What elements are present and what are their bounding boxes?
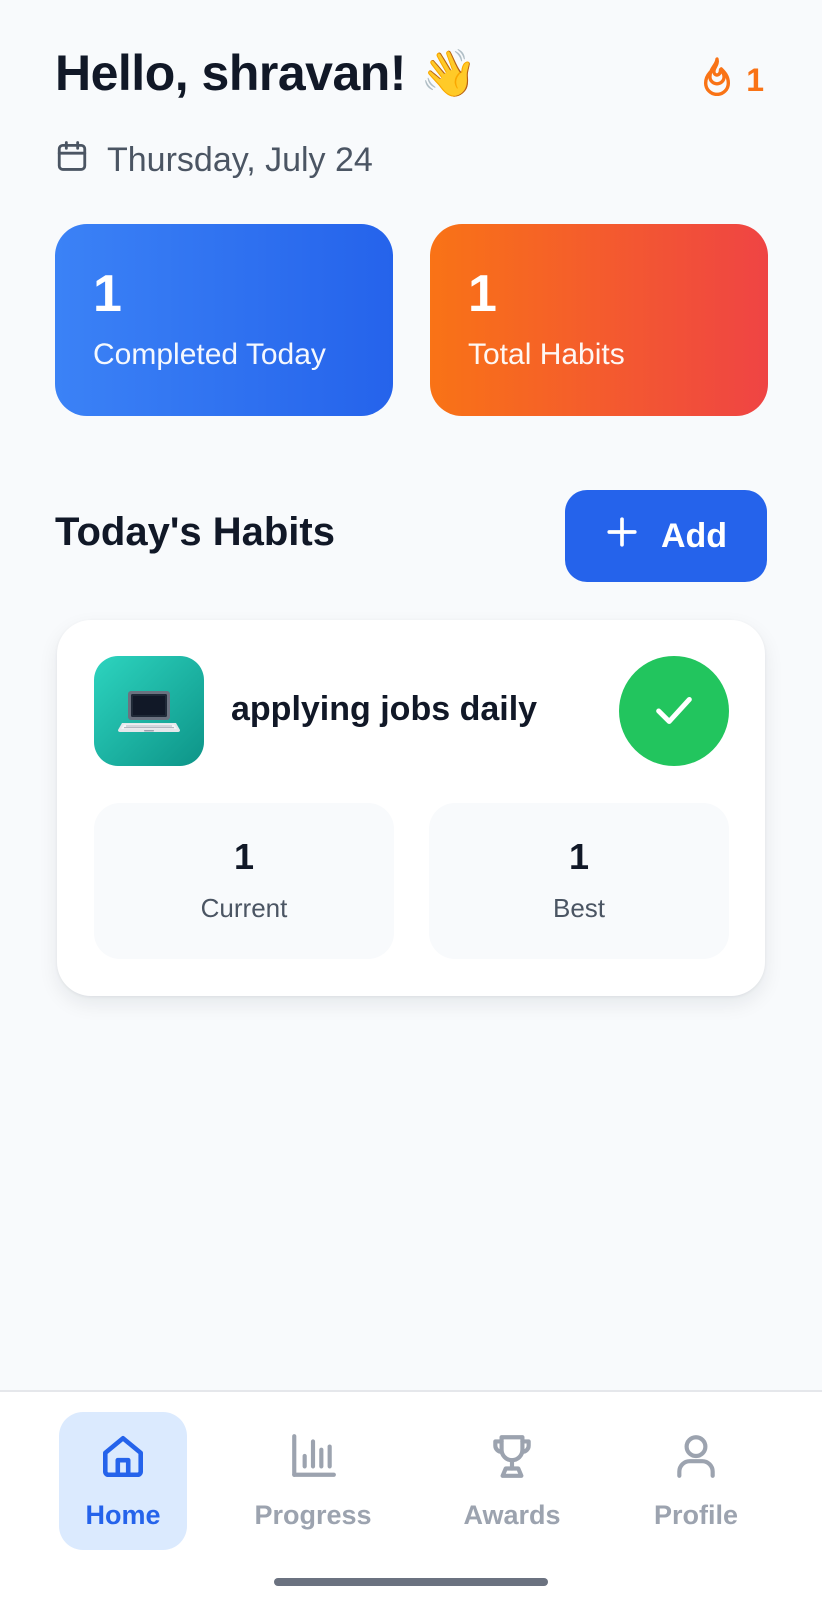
nav-item-awards[interactable]: Awards (448, 1412, 576, 1550)
add-habit-button[interactable]: Add (565, 490, 767, 582)
total-habits-value: 1 (468, 265, 497, 323)
nav-item-profile[interactable]: Profile (632, 1412, 760, 1550)
best-streak-label: Best (552, 892, 606, 923)
nav-item-progress[interactable]: Progress (249, 1412, 377, 1550)
bottom-nav: Home Progress Awards Profile (0, 1390, 822, 1600)
total-habits-label: Total Habits (468, 338, 625, 371)
section-title: Today's Habits (55, 510, 335, 554)
total-habits-card: 1 Total Habits (430, 224, 768, 416)
home-indicator[interactable] (274, 1578, 548, 1586)
current-streak-value: 1 (233, 835, 255, 877)
waving-hand-icon: 👋 (419, 47, 477, 99)
nav-label-progress: Progress (254, 1500, 372, 1530)
streak-count: 1 (746, 61, 764, 98)
best-streak-value: 1 (568, 835, 590, 877)
flame-icon (700, 56, 734, 104)
best-streak-box: 1 Best (429, 803, 729, 959)
complete-habit-button[interactable] (619, 656, 729, 766)
home-screen: Hello, shravan! 👋 1 Thursday, July 24 1 (0, 0, 822, 1600)
habit-card[interactable]: applying jobs daily 1 Current 1 Best (57, 620, 765, 996)
nav-item-home[interactable]: Home (59, 1412, 187, 1550)
date-row: Thursday, July 24 (55, 138, 373, 183)
home-icon (98, 1431, 148, 1488)
bar-chart-icon (288, 1431, 338, 1488)
completed-today-label: Completed Today (93, 338, 326, 371)
add-button-label: Add (660, 516, 728, 555)
current-date: Thursday, July 24 (107, 141, 373, 179)
nav-label-profile: Profile (653, 1500, 739, 1530)
trophy-icon (487, 1431, 537, 1488)
current-streak-box: 1 Current (94, 803, 394, 959)
habit-name: applying jobs daily (231, 690, 538, 728)
greeting-row: Hello, shravan! 👋 (55, 44, 477, 102)
current-streak-label: Current (200, 892, 288, 923)
nav-label-awards: Awards (463, 1500, 561, 1530)
laptop-icon (94, 656, 204, 766)
plus-icon (605, 515, 639, 558)
user-icon (671, 1431, 721, 1488)
completed-today-card: 1 Completed Today (55, 224, 393, 416)
calendar-icon (55, 138, 89, 183)
streak-counter[interactable]: 1 (700, 56, 764, 104)
checkmark-icon (651, 687, 697, 736)
completed-today-value: 1 (93, 265, 122, 323)
nav-label-home: Home (85, 1500, 161, 1530)
greeting-text: Hello, shravan! (55, 45, 406, 101)
